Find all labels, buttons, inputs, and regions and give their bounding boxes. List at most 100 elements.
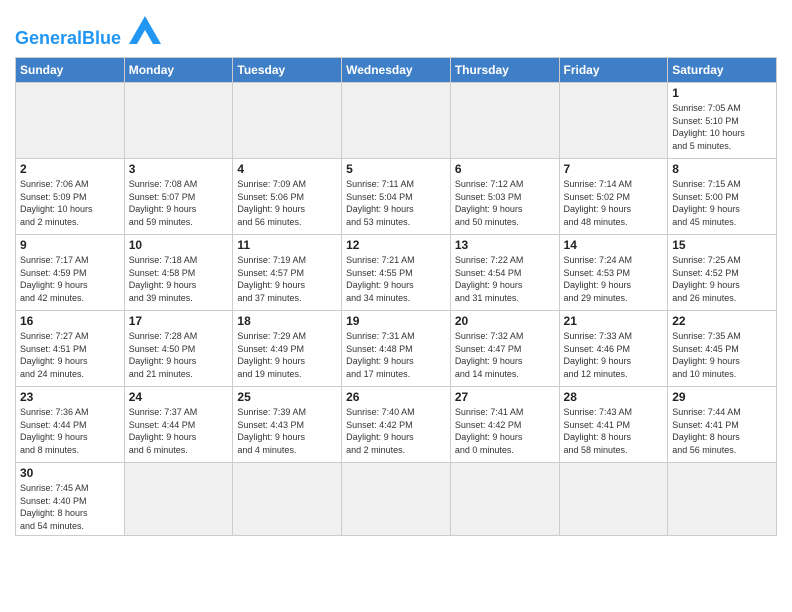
calendar-cell: 4 Sunrise: 7:09 AMSunset: 5:06 PMDaylight… [233, 159, 342, 235]
calendar-cell [233, 463, 342, 536]
day-info: Sunrise: 7:37 AMSunset: 4:44 PMDaylight:… [129, 406, 229, 456]
day-info: Sunrise: 7:44 AMSunset: 4:41 PMDaylight:… [672, 406, 772, 456]
day-info: Sunrise: 7:08 AMSunset: 5:07 PMDaylight:… [129, 178, 229, 228]
day-info: Sunrise: 7:09 AMSunset: 5:06 PMDaylight:… [237, 178, 337, 228]
day-number: 24 [129, 390, 229, 404]
calendar-week-1: 1Sunrise: 7:05 AMSunset: 5:10 PMDaylight… [16, 83, 777, 159]
calendar-cell: 9Sunrise: 7:17 AMSunset: 4:59 PMDaylight… [16, 235, 125, 311]
calendar-cell: 23Sunrise: 7:36 AMSunset: 4:44 PMDayligh… [16, 387, 125, 463]
calendar-cell [124, 463, 233, 536]
day-info: Sunrise: 7:36 AMSunset: 4:44 PMDaylight:… [20, 406, 120, 456]
logo-general: General [15, 28, 82, 48]
day-info: Sunrise: 7:27 AMSunset: 4:51 PMDaylight:… [20, 330, 120, 380]
day-number: 29 [672, 390, 772, 404]
day-number: 8 [672, 162, 772, 176]
day-number: 2 [20, 162, 120, 176]
calendar-cell: 11 Sunrise: 7:19 AMSunset: 4:57 PMDayligh… [233, 235, 342, 311]
day-number: 30 [20, 466, 120, 480]
day-info: Sunrise: 7:25 AMSunset: 4:52 PMDaylight:… [672, 254, 772, 304]
calendar-week-6: 30 Sunrise: 7:45 AMSunset: 4:40 PMDayligh… [16, 463, 777, 536]
calendar-cell [16, 83, 125, 159]
page: GeneralBlue SundayMondayTuesdayWednesday… [0, 0, 792, 546]
calendar-cell: 24 Sunrise: 7:37 AMSunset: 4:44 PMDayligh… [124, 387, 233, 463]
calendar-cell [124, 83, 233, 159]
calendar-cell: 14Sunrise: 7:24 AMSunset: 4:53 PMDayligh… [559, 235, 668, 311]
logo-text: GeneralBlue [15, 28, 126, 48]
calendar-cell [450, 463, 559, 536]
day-info: Sunrise: 7:05 AMSunset: 5:10 PMDaylight:… [672, 102, 772, 152]
calendar-cell [559, 463, 668, 536]
calendar-cell: 16 Sunrise: 7:27 AMSunset: 4:51 PMDayligh… [16, 311, 125, 387]
day-number: 28 [564, 390, 664, 404]
calendar-week-4: 16 Sunrise: 7:27 AMSunset: 4:51 PMDayligh… [16, 311, 777, 387]
weekday-header-tuesday: Tuesday [233, 58, 342, 83]
day-number: 16 [20, 314, 120, 328]
day-info: Sunrise: 7:24 AMSunset: 4:53 PMDaylight:… [564, 254, 664, 304]
day-number: 27 [455, 390, 555, 404]
calendar-week-2: 2 Sunrise: 7:06 AMSunset: 5:09 PMDaylight… [16, 159, 777, 235]
calendar-cell: 7Sunrise: 7:14 AMSunset: 5:02 PMDaylight… [559, 159, 668, 235]
day-number: 20 [455, 314, 555, 328]
day-info: Sunrise: 7:43 AMSunset: 4:41 PMDaylight:… [564, 406, 664, 456]
logo-icon [129, 16, 161, 44]
day-info: Sunrise: 7:28 AMSunset: 4:50 PMDaylight:… [129, 330, 229, 380]
day-number: 17 [129, 314, 229, 328]
calendar-cell: 18Sunrise: 7:29 AMSunset: 4:49 PMDayligh… [233, 311, 342, 387]
day-info: Sunrise: 7:31 AMSunset: 4:48 PMDaylight:… [346, 330, 446, 380]
weekday-header-monday: Monday [124, 58, 233, 83]
day-number: 10 [129, 238, 229, 252]
day-number: 5 [346, 162, 446, 176]
day-number: 19 [346, 314, 446, 328]
calendar-cell: 17 Sunrise: 7:28 AMSunset: 4:50 PMDayligh… [124, 311, 233, 387]
calendar-cell [233, 83, 342, 159]
calendar-cell: 19 Sunrise: 7:31 AMSunset: 4:48 PMDayligh… [342, 311, 451, 387]
day-info: Sunrise: 7:39 AMSunset: 4:43 PMDaylight:… [237, 406, 337, 456]
day-number: 25 [237, 390, 337, 404]
calendar-cell: 2 Sunrise: 7:06 AMSunset: 5:09 PMDaylight… [16, 159, 125, 235]
day-info: Sunrise: 7:35 AMSunset: 4:45 PMDaylight:… [672, 330, 772, 380]
calendar-table: SundayMondayTuesdayWednesdayThursdayFrid… [15, 57, 777, 536]
calendar-cell: 26 Sunrise: 7:40 AMSunset: 4:42 PMDayligh… [342, 387, 451, 463]
day-number: 15 [672, 238, 772, 252]
logo-blue: Blue [82, 28, 121, 48]
day-info: Sunrise: 7:19 AMSunset: 4:57 PMDaylight:… [237, 254, 337, 304]
calendar-cell: 1Sunrise: 7:05 AMSunset: 5:10 PMDaylight… [668, 83, 777, 159]
calendar-cell: 27Sunrise: 7:41 AMSunset: 4:42 PMDayligh… [450, 387, 559, 463]
weekday-header-row: SundayMondayTuesdayWednesdayThursdayFrid… [16, 58, 777, 83]
weekday-header-thursday: Thursday [450, 58, 559, 83]
day-number: 3 [129, 162, 229, 176]
day-info: Sunrise: 7:15 AMSunset: 5:00 PMDaylight:… [672, 178, 772, 228]
weekday-header-saturday: Saturday [668, 58, 777, 83]
calendar-cell: 28 Sunrise: 7:43 AMSunset: 4:41 PMDayligh… [559, 387, 668, 463]
calendar-cell [668, 463, 777, 536]
day-info: Sunrise: 7:33 AMSunset: 4:46 PMDaylight:… [564, 330, 664, 380]
weekday-header-wednesday: Wednesday [342, 58, 451, 83]
day-info: Sunrise: 7:18 AMSunset: 4:58 PMDaylight:… [129, 254, 229, 304]
calendar-cell: 20Sunrise: 7:32 AMSunset: 4:47 PMDayligh… [450, 311, 559, 387]
weekday-header-sunday: Sunday [16, 58, 125, 83]
calendar-cell: 12 Sunrise: 7:21 AMSunset: 4:55 PMDayligh… [342, 235, 451, 311]
day-number: 12 [346, 238, 446, 252]
calendar-cell: 22Sunrise: 7:35 AMSunset: 4:45 PMDayligh… [668, 311, 777, 387]
calendar-cell [342, 463, 451, 536]
day-number: 11 [237, 238, 337, 252]
day-info: Sunrise: 7:06 AMSunset: 5:09 PMDaylight:… [20, 178, 120, 228]
day-info: Sunrise: 7:11 AMSunset: 5:04 PMDaylight:… [346, 178, 446, 228]
day-info: Sunrise: 7:17 AMSunset: 4:59 PMDaylight:… [20, 254, 120, 304]
day-info: Sunrise: 7:22 AMSunset: 4:54 PMDaylight:… [455, 254, 555, 304]
calendar-cell: 15 Sunrise: 7:25 AMSunset: 4:52 PMDayligh… [668, 235, 777, 311]
logo: GeneralBlue [15, 10, 161, 49]
calendar-cell: 30 Sunrise: 7:45 AMSunset: 4:40 PMDayligh… [16, 463, 125, 536]
calendar-cell [559, 83, 668, 159]
header: GeneralBlue [15, 10, 777, 49]
day-number: 13 [455, 238, 555, 252]
calendar-cell [450, 83, 559, 159]
day-info: Sunrise: 7:14 AMSunset: 5:02 PMDaylight:… [564, 178, 664, 228]
day-info: Sunrise: 7:21 AMSunset: 4:55 PMDaylight:… [346, 254, 446, 304]
calendar-cell: 3 Sunrise: 7:08 AMSunset: 5:07 PMDaylight… [124, 159, 233, 235]
day-info: Sunrise: 7:40 AMSunset: 4:42 PMDaylight:… [346, 406, 446, 456]
day-number: 4 [237, 162, 337, 176]
calendar-cell: 10 Sunrise: 7:18 AMSunset: 4:58 PMDayligh… [124, 235, 233, 311]
day-info: Sunrise: 7:45 AMSunset: 4:40 PMDaylight:… [20, 482, 120, 532]
day-number: 26 [346, 390, 446, 404]
